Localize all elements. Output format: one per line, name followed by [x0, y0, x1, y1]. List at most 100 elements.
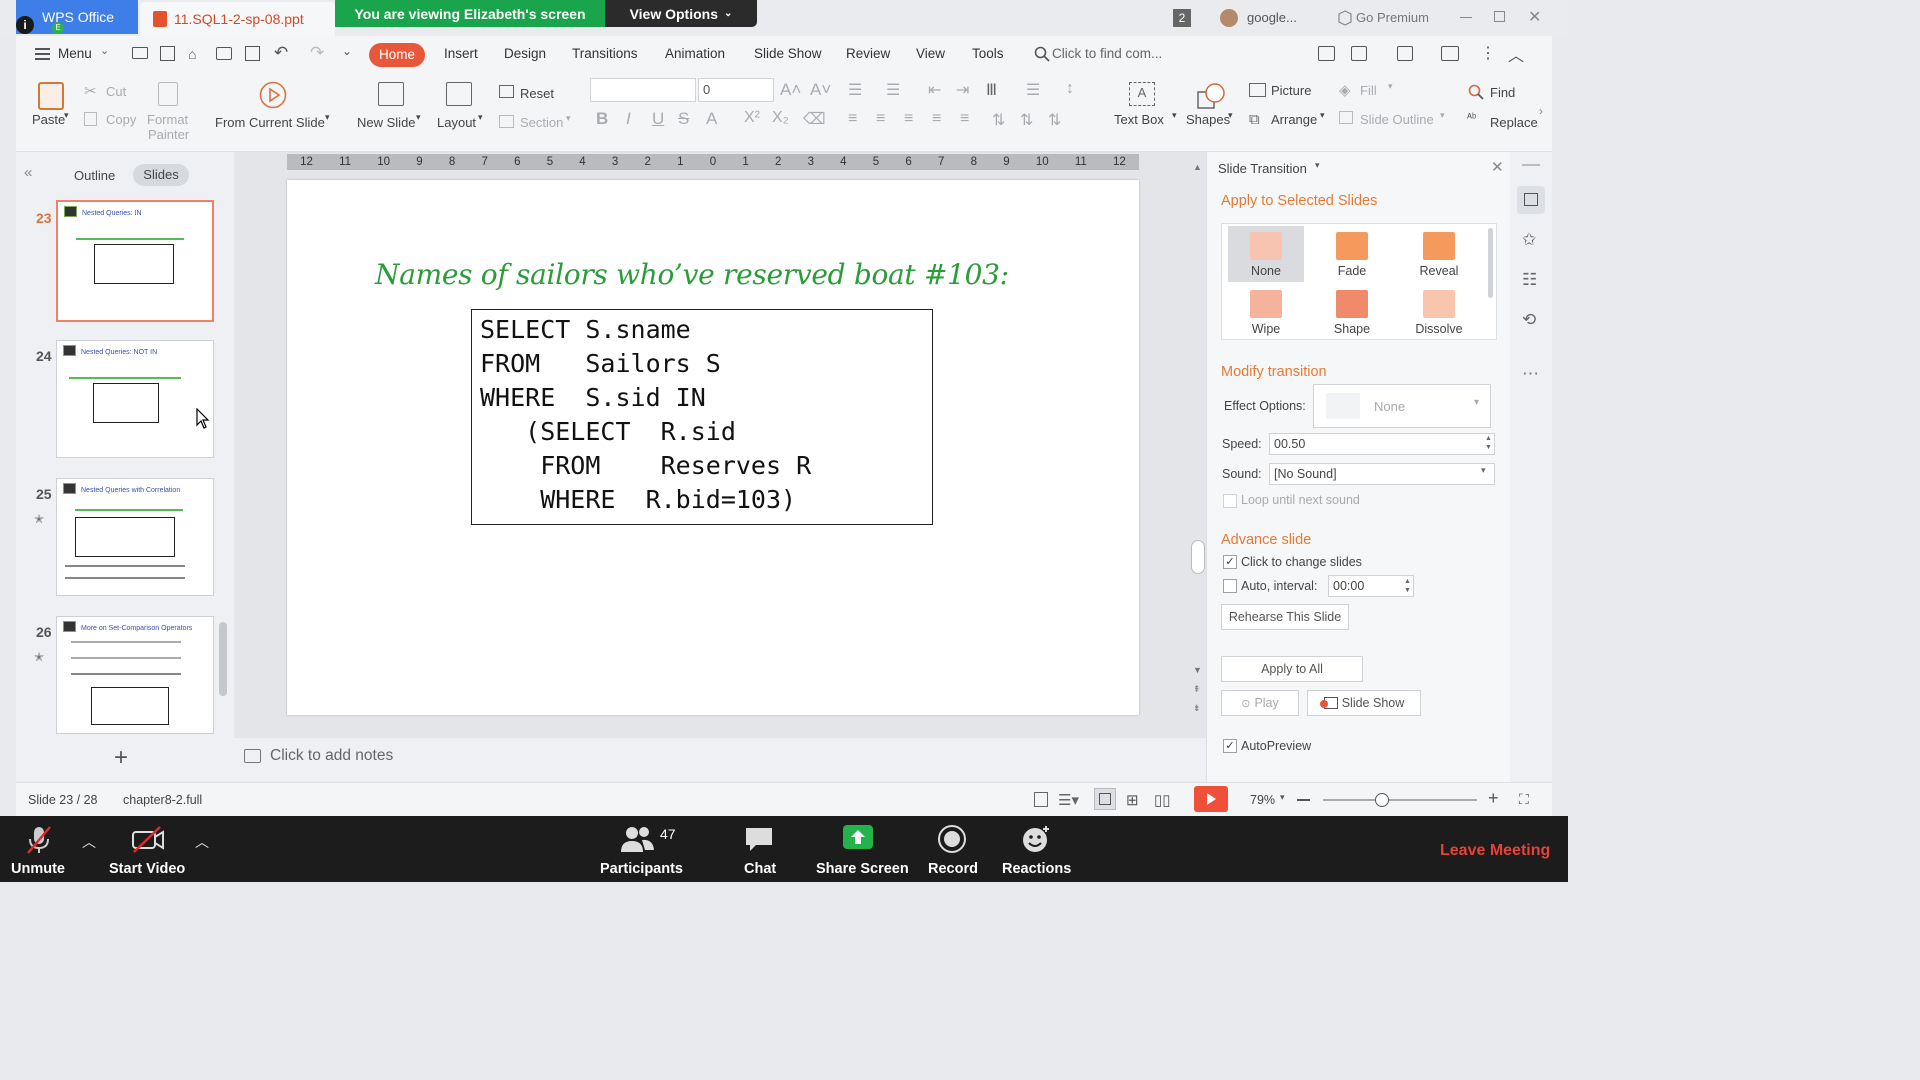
- layout-icon[interactable]: [446, 82, 472, 106]
- audio-options-icon[interactable]: ︿: [82, 832, 96, 852]
- cut-icon[interactable]: ✂: [84, 82, 97, 100]
- tab-view[interactable]: View: [916, 46, 945, 61]
- play-slideshow-button[interactable]: [1194, 786, 1228, 812]
- speed-input[interactable]: 00.50: [1269, 433, 1495, 455]
- undo-icon[interactable]: ↶: [274, 43, 288, 63]
- next-slide-icon[interactable]: ⇟: [1193, 703, 1201, 714]
- collapse-ribbon-icon[interactable]: ︿: [1508, 42, 1524, 66]
- decrease-font-icon[interactable]: A˅: [810, 80, 831, 100]
- notes-placeholder[interactable]: Click to add notes: [270, 747, 393, 765]
- font-size-select[interactable]: 0: [698, 78, 774, 102]
- print-preview-icon[interactable]: [245, 46, 260, 61]
- tab-animation[interactable]: Animation: [665, 46, 725, 61]
- panel-scrollbar[interactable]: [219, 622, 227, 696]
- add-slide-icon[interactable]: +: [114, 744, 128, 772]
- avatar[interactable]: [1220, 9, 1238, 27]
- new-slide-icon[interactable]: [378, 82, 404, 106]
- paste-button[interactable]: Paste: [32, 112, 65, 127]
- tab-design[interactable]: Design: [504, 46, 546, 61]
- apply-to-all-button[interactable]: Apply to All: [1221, 656, 1363, 682]
- text-direction-icon[interactable]: Ⅲ: [986, 80, 997, 100]
- effect-options-select[interactable]: None ▾: [1313, 384, 1491, 428]
- numbering-icon[interactable]: ☰: [886, 80, 900, 100]
- share-icon[interactable]: [1351, 46, 1367, 61]
- fill-button[interactable]: Fill: [1360, 83, 1377, 98]
- transition-reveal[interactable]: Reveal: [1401, 226, 1477, 282]
- fit-window-icon[interactable]: ⛶: [1519, 791, 1529, 808]
- shapes-button[interactable]: Shapes: [1186, 112, 1230, 127]
- interval-input[interactable]: 00:00: [1328, 575, 1414, 597]
- spinner-icon[interactable]: ▲ ▼: [1485, 434, 1492, 452]
- auto-interval-checkbox[interactable]: [1223, 579, 1237, 593]
- wps-office-tab[interactable]: WPS Office: [16, 0, 138, 34]
- chat-icon[interactable]: [744, 824, 774, 854]
- zoom-slider[interactable]: [1323, 799, 1477, 801]
- bullets-icon[interactable]: ☰: [848, 80, 862, 100]
- section-icon[interactable]: [499, 115, 514, 128]
- collapse-panel-icon[interactable]: «: [24, 164, 32, 181]
- workspace-scrollbar-thumb[interactable]: [1191, 540, 1205, 574]
- copy-button[interactable]: Copy: [106, 112, 136, 127]
- participants-button[interactable]: Participants: [600, 861, 683, 877]
- record-icon[interactable]: [937, 824, 967, 854]
- tab-slides[interactable]: Slides: [133, 164, 189, 186]
- zoom-level[interactable]: 79%: [1250, 793, 1275, 807]
- decrease-indent-icon[interactable]: ⇤: [928, 80, 941, 100]
- window-count-badge[interactable]: 2: [1173, 9, 1191, 27]
- drag-handle-icon[interactable]: [1522, 164, 1540, 166]
- go-premium-link[interactable]: Go Premium: [1356, 10, 1429, 25]
- transition-none[interactable]: None: [1228, 226, 1304, 282]
- loop-checkbox[interactable]: [1223, 494, 1237, 508]
- spinner-icon[interactable]: ▲ ▼: [1404, 577, 1411, 595]
- more-icon[interactable]: ⋮: [1480, 43, 1496, 63]
- slide-outline-button[interactable]: Slide Outline: [1360, 112, 1434, 127]
- replace-button[interactable]: Replace: [1490, 115, 1538, 130]
- leave-meeting-button[interactable]: Leave Meeting: [1440, 842, 1550, 860]
- theme-name[interactable]: chapter8-2.full: [123, 793, 202, 807]
- record-button[interactable]: Record: [928, 861, 978, 877]
- picture-icon[interactable]: [1249, 83, 1266, 97]
- reading-view-icon[interactable]: ▯▯: [1154, 791, 1171, 809]
- slide-title[interactable]: Names of sailors who’ve reserved boat #1…: [375, 258, 1009, 291]
- view-options-button[interactable]: View Options ⌄: [605, 0, 757, 27]
- italic-icon[interactable]: I: [626, 109, 631, 129]
- copy-icon[interactable]: [84, 112, 97, 126]
- shapes-icon[interactable]: [1196, 82, 1226, 110]
- play-button[interactable]: ⊙ Play: [1221, 690, 1299, 716]
- transition-pane-icon[interactable]: [1517, 186, 1545, 214]
- scroll-up-icon[interactable]: ▲: [1193, 162, 1202, 172]
- underline-icon[interactable]: U: [652, 109, 664, 129]
- transition-wipe[interactable]: Wipe: [1228, 284, 1304, 340]
- slide-thumbnail-26[interactable]: More on Set-Comparison Operators: [56, 616, 214, 734]
- animation-pane-icon[interactable]: ✩: [1522, 230, 1536, 250]
- line-spacing-icon[interactable]: ↕: [1066, 80, 1074, 98]
- normal-view-icon[interactable]: [1094, 788, 1116, 810]
- bold-icon[interactable]: B: [596, 109, 608, 129]
- find-button[interactable]: Find: [1490, 85, 1515, 100]
- arrange-icon[interactable]: ⧉: [1249, 111, 1260, 128]
- tab-tools[interactable]: Tools: [972, 46, 1004, 61]
- start-video-button[interactable]: Start Video: [109, 861, 185, 877]
- restore-icon[interactable]: [1494, 11, 1505, 22]
- minimize-icon[interactable]: [1460, 17, 1472, 18]
- align-center-icon[interactable]: ≡: [876, 110, 885, 128]
- close-window-icon[interactable]: ✕: [1528, 7, 1541, 27]
- tab-slide-show[interactable]: Slide Show: [754, 46, 822, 61]
- autopreview-checkbox[interactable]: ✓: [1223, 739, 1237, 753]
- distributed-icon[interactable]: ≡: [960, 110, 969, 128]
- format-menu-icon[interactable]: ☰▾: [1058, 791, 1079, 809]
- share-screen-icon[interactable]: [842, 824, 874, 852]
- find-icon[interactable]: [1468, 84, 1484, 100]
- increase-font-icon[interactable]: A˄: [780, 80, 801, 100]
- close-panel-icon[interactable]: ✕: [1491, 158, 1504, 176]
- replace-icon[interactable]: ᴬᵇ: [1467, 112, 1476, 124]
- more-icon[interactable]: ⋯: [1522, 364, 1539, 384]
- slide-outline-icon[interactable]: [1339, 111, 1353, 124]
- transition-dissolve[interactable]: Dissolve: [1401, 284, 1477, 340]
- open-icon[interactable]: [132, 47, 148, 59]
- align-right-icon[interactable]: ≡: [904, 110, 913, 128]
- presenter-icon[interactable]: [1318, 46, 1335, 61]
- panel-title[interactable]: Slide Transition: [1218, 161, 1307, 176]
- participants-icon[interactable]: [620, 824, 656, 854]
- font-family-select[interactable]: [590, 78, 696, 102]
